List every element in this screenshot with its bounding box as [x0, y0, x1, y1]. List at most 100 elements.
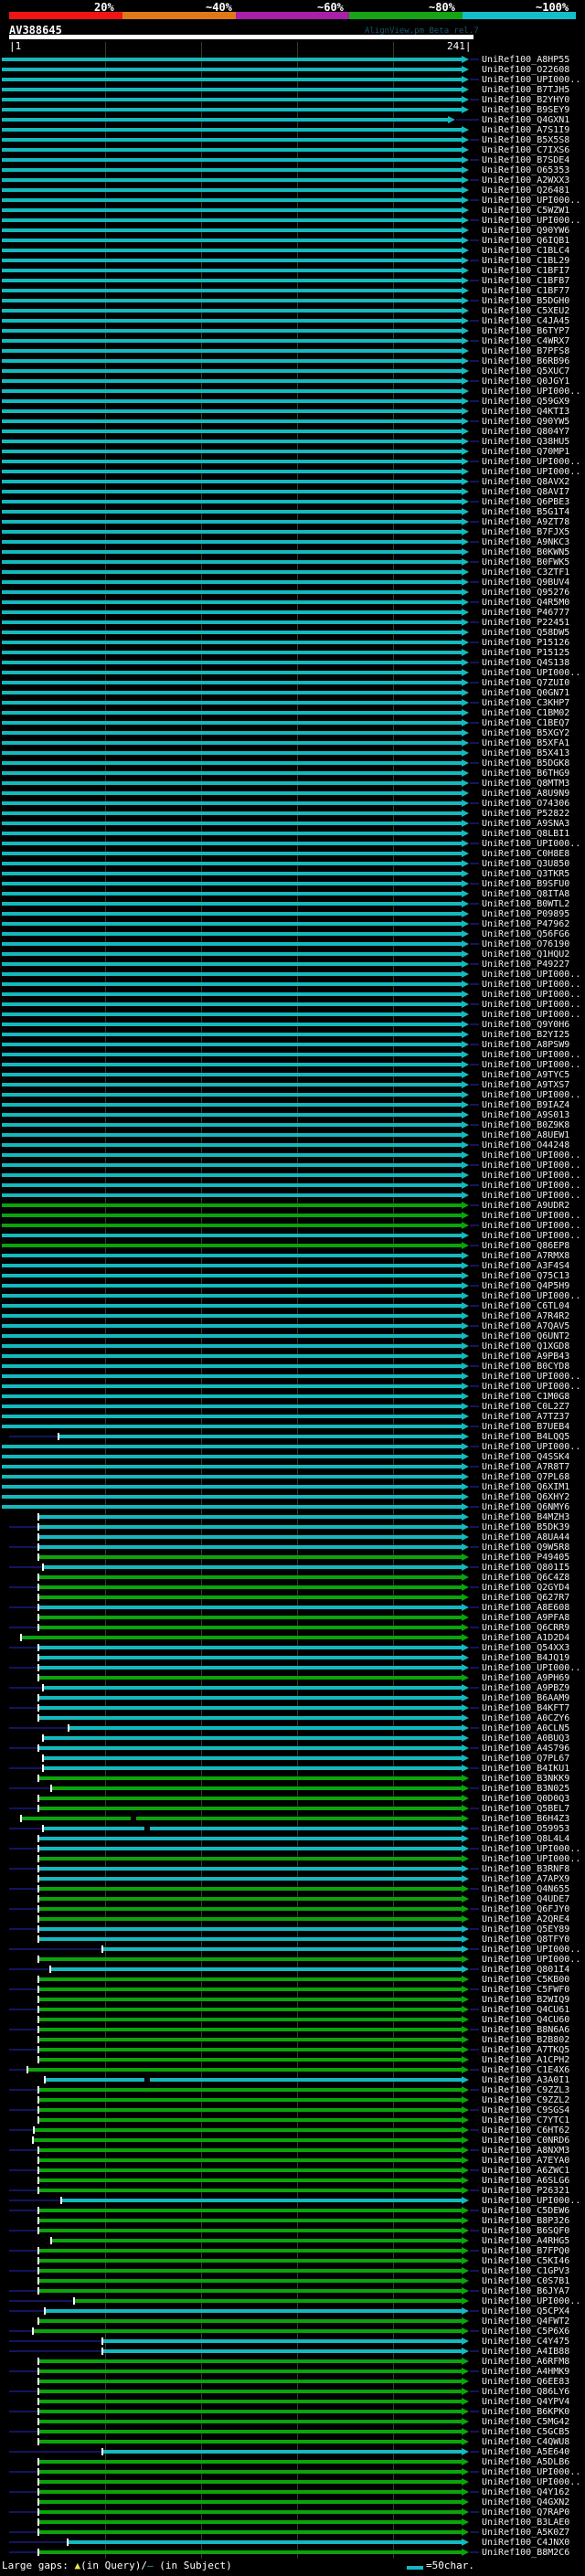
- alignment-row[interactable]: UniRef100_UPI000..: [0, 1442, 585, 1452]
- alignment-row[interactable]: UniRef100_B6SQF0: [0, 2226, 585, 2236]
- subject-label[interactable]: UniRef100_P09895: [482, 909, 569, 919]
- subject-label[interactable]: UniRef100_A7S1I9: [482, 125, 569, 135]
- alignment-row[interactable]: UniRef100_B5X5S8: [0, 135, 585, 145]
- subject-label[interactable]: UniRef100_B6RB96: [482, 356, 569, 366]
- alignment-row[interactable]: UniRef100_P09895: [0, 909, 585, 919]
- alignment-row[interactable]: UniRef100_B0KWN5: [0, 547, 585, 557]
- alignment-row[interactable]: UniRef100_C4JNX0: [0, 2538, 585, 2548]
- subject-label[interactable]: UniRef100_B4IKU1: [482, 1764, 569, 1774]
- subject-label[interactable]: UniRef100_UPI000..: [482, 467, 580, 477]
- alignment-row[interactable]: UniRef100_UPI000..: [0, 1090, 585, 1100]
- alignment-row[interactable]: UniRef100_A9ZT78: [0, 517, 585, 527]
- alignment-row[interactable]: UniRef100_B4JQ19: [0, 1653, 585, 1663]
- alignment-row[interactable]: UniRef100_C1BEQ7: [0, 718, 585, 728]
- subject-label[interactable]: UniRef100_Q1HQU2: [482, 949, 569, 959]
- alignment-row[interactable]: UniRef100_Q6XHY2: [0, 1492, 585, 1502]
- alignment-row[interactable]: UniRef100_UPI000..: [0, 196, 585, 206]
- alignment-row[interactable]: UniRef100_B5X413: [0, 748, 585, 758]
- subject-label[interactable]: UniRef100_UPI000..: [482, 1000, 580, 1010]
- subject-label[interactable]: UniRef100_A5DLB6: [482, 2457, 569, 2467]
- subject-label[interactable]: UniRef100_A9TYC5: [482, 1070, 569, 1080]
- subject-label[interactable]: UniRef100_Q0D0Q3: [482, 1794, 569, 1804]
- subject-label[interactable]: UniRef100_Q5XUC7: [482, 366, 569, 376]
- subject-label[interactable]: UniRef100_A9PFA8: [482, 1613, 569, 1623]
- alignment-row[interactable]: UniRef100_Q8MTM3: [0, 779, 585, 789]
- subject-label[interactable]: UniRef100_B0CYD8: [482, 1362, 569, 1372]
- alignment-row[interactable]: UniRef100_A7R8T7: [0, 1462, 585, 1472]
- subject-label[interactable]: UniRef100_C1BEQ7: [482, 718, 569, 728]
- subject-label[interactable]: UniRef100_UPI000..: [482, 2477, 580, 2487]
- alignment-row[interactable]: UniRef100_A9SNA3: [0, 819, 585, 829]
- alignment-row[interactable]: UniRef100_UPI000..: [0, 1000, 585, 1010]
- subject-label[interactable]: UniRef100_C5KB00: [482, 1975, 569, 1985]
- alignment-row[interactable]: UniRef100_B2WIQ9: [0, 1995, 585, 2005]
- alignment-row[interactable]: UniRef100_Q9BUV4: [0, 578, 585, 588]
- subject-label[interactable]: UniRef100_A7TKQ5: [482, 2045, 569, 2055]
- alignment-row[interactable]: UniRef100_P52822: [0, 809, 585, 819]
- subject-label[interactable]: UniRef100_Q8AVI7: [482, 487, 569, 497]
- alignment-row[interactable]: UniRef100_B3RNF8: [0, 1864, 585, 1874]
- subject-label[interactable]: UniRef100_Q6XHY2: [482, 1492, 569, 1502]
- subject-label[interactable]: UniRef100_B6KPK0: [482, 2407, 569, 2417]
- subject-label[interactable]: UniRef100_A2WXX3: [482, 175, 569, 186]
- subject-label[interactable]: UniRef100_Q7PL68: [482, 1472, 569, 1482]
- subject-label[interactable]: UniRef100_A0BUQ3: [482, 1733, 569, 1744]
- alignment-row[interactable]: UniRef100_UPI000..: [0, 1291, 585, 1301]
- subject-label[interactable]: UniRef100_B3N025: [482, 1784, 569, 1794]
- alignment-row[interactable]: UniRef100_Q3U850: [0, 859, 585, 869]
- alignment-row[interactable]: UniRef100_B3LAE0: [0, 2518, 585, 2528]
- subject-label[interactable]: UniRef100_A9NKC3: [482, 537, 569, 547]
- subject-label[interactable]: UniRef100_Q4N655: [482, 1884, 569, 1894]
- subject-label[interactable]: UniRef100_Q5EY89: [482, 1924, 569, 1935]
- subject-label[interactable]: UniRef100_UPI000..: [482, 1161, 580, 1171]
- subject-label[interactable]: UniRef100_UPI000..: [482, 75, 580, 85]
- subject-label[interactable]: UniRef100_Q2GYD4: [482, 1583, 569, 1593]
- alignment-row[interactable]: UniRef100_A9PBZ9: [0, 1683, 585, 1693]
- subject-label[interactable]: UniRef100_UPI000..: [482, 196, 580, 206]
- alignment-row[interactable]: UniRef100_A9NKC3: [0, 537, 585, 547]
- alignment-row[interactable]: UniRef100_UPI000..: [0, 990, 585, 1000]
- subject-label[interactable]: UniRef100_C6HT62: [482, 2125, 569, 2136]
- subject-label[interactable]: UniRef100_B3RNF8: [482, 1864, 569, 1874]
- alignment-row[interactable]: UniRef100_A9PH69: [0, 1673, 585, 1683]
- subject-label[interactable]: UniRef100_Q801I4: [482, 1965, 569, 1975]
- alignment-row[interactable]: UniRef100_B0FWK5: [0, 557, 585, 567]
- alignment-row[interactable]: UniRef100_C0S7B1: [0, 2276, 585, 2286]
- subject-label[interactable]: UniRef100_UPI000..: [482, 980, 580, 990]
- alignment-row[interactable]: UniRef100_O76190: [0, 939, 585, 949]
- alignment-row[interactable]: UniRef100_Q90YW5: [0, 417, 585, 427]
- alignment-row[interactable]: UniRef100_A5DLB6: [0, 2457, 585, 2467]
- alignment-row[interactable]: UniRef100_UPI000..: [0, 2467, 585, 2477]
- alignment-row[interactable]: UniRef100_C5GCB5: [0, 2427, 585, 2437]
- subject-label[interactable]: UniRef100_C7YTC1: [482, 2115, 569, 2125]
- subject-label[interactable]: UniRef100_Q6IQB1: [482, 236, 569, 246]
- alignment-row[interactable]: UniRef100_B3N025: [0, 1784, 585, 1794]
- subject-label[interactable]: UniRef100_B3NKK9: [482, 1774, 569, 1784]
- alignment-row[interactable]: UniRef100_UPI000..: [0, 1372, 585, 1382]
- subject-label[interactable]: UniRef100_B5X5S8: [482, 135, 569, 145]
- alignment-row[interactable]: UniRef100_B5DK39: [0, 1522, 585, 1532]
- subject-label[interactable]: UniRef100_Q90YW6: [482, 226, 569, 236]
- alignment-row[interactable]: UniRef100_C0NRD6: [0, 2136, 585, 2146]
- alignment-row[interactable]: UniRef100_Q4CU61: [0, 2005, 585, 2015]
- subject-label[interactable]: UniRef100_C5WZW1: [482, 206, 569, 216]
- alignment-row[interactable]: UniRef100_UPI000..: [0, 1382, 585, 1392]
- subject-label[interactable]: UniRef100_UPI000..: [482, 839, 580, 849]
- subject-label[interactable]: UniRef100_A5E640: [482, 2447, 569, 2457]
- subject-label[interactable]: UniRef100_B0Z9K8: [482, 1120, 569, 1130]
- subject-label[interactable]: UniRef100_A7RMX8: [482, 1251, 569, 1261]
- subject-label[interactable]: UniRef100_B6H4Z3: [482, 1814, 569, 1824]
- alignment-row[interactable]: UniRef100_Q86LY6: [0, 2387, 585, 2397]
- alignment-row[interactable]: UniRef100_B2YI25: [0, 1030, 585, 1040]
- alignment-row[interactable]: UniRef100_A1D2D4: [0, 1633, 585, 1643]
- subject-label[interactable]: UniRef100_P49227: [482, 959, 569, 970]
- alignment-row[interactable]: UniRef100_A1CPH2: [0, 2055, 585, 2065]
- alignment-row[interactable]: UniRef100_Q801I5: [0, 1563, 585, 1573]
- alignment-row[interactable]: UniRef100_C5KB00: [0, 1975, 585, 1985]
- subject-label[interactable]: UniRef100_B9SEY9: [482, 105, 569, 115]
- subject-label[interactable]: UniRef100_B2B802: [482, 2035, 569, 2045]
- subject-label[interactable]: UniRef100_A2QRE4: [482, 1914, 569, 1924]
- alignment-row[interactable]: UniRef100_B6JYA7: [0, 2286, 585, 2296]
- alignment-row[interactable]: UniRef100_UPI000..: [0, 467, 585, 477]
- subject-label[interactable]: UniRef100_UPI000..: [482, 1382, 580, 1392]
